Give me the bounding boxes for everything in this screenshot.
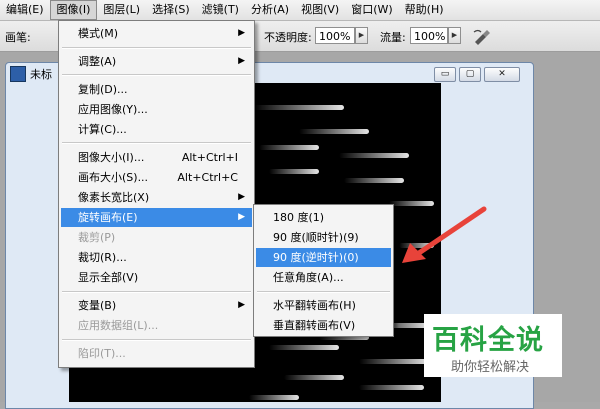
menu-separator [257, 291, 390, 293]
menu-item-variables[interactable]: 变量(B) ▶ [61, 296, 252, 315]
menu-item-apply-data-set: 应用数据组(L)... [78, 319, 159, 332]
menu-item-mode[interactable]: 模式(M) ▶ [61, 24, 252, 43]
menu-view[interactable]: 视图(V) [295, 0, 345, 20]
menu-item-canvas-size[interactable]: 画布大小(S)... Alt+Ctrl+C [61, 168, 252, 187]
image-streak [359, 359, 429, 364]
image-streak [299, 129, 369, 134]
image-streak [339, 153, 409, 158]
menu-separator [62, 74, 251, 76]
image-streak [269, 169, 319, 174]
submenu-arrow-icon: ▶ [238, 56, 245, 66]
menu-bar: 编辑(E) 图像(I) 图层(L) 选择(S) 滤镜(T) 分析(A) 视图(V… [0, 0, 600, 21]
opacity-field[interactable]: 100% [315, 27, 355, 44]
menu-item-label: 图像大小(I)... [78, 151, 145, 164]
menu-item-label: 模式(M) [78, 27, 119, 40]
image-streak [359, 385, 424, 390]
brush-label: 画笔: [5, 31, 31, 44]
image-streak [249, 395, 299, 400]
menu-item-image-size[interactable]: 图像大小(I)... Alt+Ctrl+I [61, 148, 252, 167]
submenu-arrow-icon: ▶ [238, 212, 245, 222]
rotate-canvas-submenu: 180 度(1) 90 度(顺时针)(9) 90 度(逆时针)(0) 任意角度(… [253, 204, 394, 337]
shortcut-label: Alt+Ctrl+I [181, 151, 238, 164]
menu-item-pixel-aspect-ratio[interactable]: 像素长宽比(X) ▶ [61, 188, 252, 207]
submenu-item-rotate-90-cw[interactable]: 90 度(顺时针)(9) [256, 228, 391, 247]
submenu-item-flip-vertical[interactable]: 垂直翻转画布(V) [256, 316, 391, 335]
menu-item-reveal-all[interactable]: 显示全部(V) [61, 268, 252, 287]
watermark: 百科全说 助你轻松解决 [424, 314, 562, 377]
submenu-item-flip-horizontal[interactable]: 水平翻转画布(H) [256, 296, 391, 315]
document-title-bar: 未标 [10, 65, 52, 83]
submenu-item-rotate-90-ccw[interactable]: 90 度(逆时针)(0) [256, 248, 391, 267]
document-icon [10, 66, 26, 82]
menu-separator [62, 142, 251, 144]
menu-item-label: 旋转画布(E) [78, 211, 138, 224]
image-streak [284, 375, 344, 380]
menu-separator [62, 291, 251, 293]
menu-help[interactable]: 帮助(H) [399, 0, 450, 20]
document-title: 未标 [30, 68, 52, 81]
watermark-title: 百科全说 [432, 325, 544, 356]
watermark-subtitle: 助你轻松解决 [451, 360, 530, 375]
image-streak [254, 105, 344, 110]
airbrush-icon[interactable] [472, 26, 492, 46]
menu-item-label: 像素长宽比(X) [78, 191, 150, 204]
flow-label: 流量: [380, 31, 406, 44]
menu-window[interactable]: 窗口(W) [345, 0, 398, 20]
restore-button[interactable]: ▢ [459, 67, 481, 82]
menu-item-duplicate[interactable]: 复制(D)... [61, 80, 252, 99]
menu-analysis[interactable]: 分析(A) [245, 0, 295, 20]
menu-item-label: 变量(B) [78, 299, 117, 312]
flow-arrow-button[interactable]: ▶ [448, 27, 461, 44]
shortcut-label: Alt+Ctrl+C [177, 171, 238, 184]
menu-item-trim[interactable]: 裁切(R)... [61, 248, 252, 267]
menu-item-label: 调整(A) [78, 55, 117, 68]
image-streak [269, 345, 339, 350]
minimize-button[interactable]: ▭ [434, 67, 456, 82]
menu-item-apply-image[interactable]: 应用图像(Y)... [61, 100, 252, 119]
submenu-arrow-icon: ▶ [238, 192, 245, 202]
flow-field[interactable]: 100% [410, 27, 448, 44]
menu-select[interactable]: 选择(S) [146, 0, 196, 20]
submenu-arrow-icon: ▶ [238, 28, 245, 38]
image-menu-dropdown: 模式(M) ▶ 调整(A) ▶ 复制(D)... 应用图像(Y)... 计算(C).… [58, 20, 255, 368]
menu-edit[interactable]: 编辑(E) [0, 0, 50, 20]
menu-layer[interactable]: 图层(L) [97, 0, 146, 20]
menu-separator [62, 47, 251, 49]
menu-item-calculations[interactable]: 计算(C)... [61, 120, 252, 139]
opacity-label: 不透明度: [264, 31, 312, 44]
submenu-arrow-icon: ▶ [238, 300, 245, 310]
menu-item-adjust[interactable]: 调整(A) ▶ [61, 52, 252, 71]
menu-item-rotate-canvas[interactable]: 旋转画布(E) ▶ [61, 208, 252, 227]
menu-image[interactable]: 图像(I) [49, 0, 98, 20]
menu-separator [62, 339, 251, 341]
annotation-arrow-icon [402, 206, 487, 263]
menu-item-label: 画布大小(S)... [78, 171, 149, 184]
close-button[interactable]: ✕ [484, 67, 520, 82]
submenu-item-rotate-180[interactable]: 180 度(1) [256, 208, 391, 227]
opacity-arrow-button[interactable]: ▶ [355, 27, 368, 44]
image-streak [344, 178, 404, 183]
menu-item-trap: 陷印(T)... [78, 347, 126, 360]
submenu-item-arbitrary[interactable]: 任意角度(A)... [256, 268, 391, 287]
menu-filter[interactable]: 滤镜(T) [196, 0, 245, 20]
image-streak [259, 145, 319, 150]
menu-item-crop: 裁剪(P) [78, 231, 116, 244]
